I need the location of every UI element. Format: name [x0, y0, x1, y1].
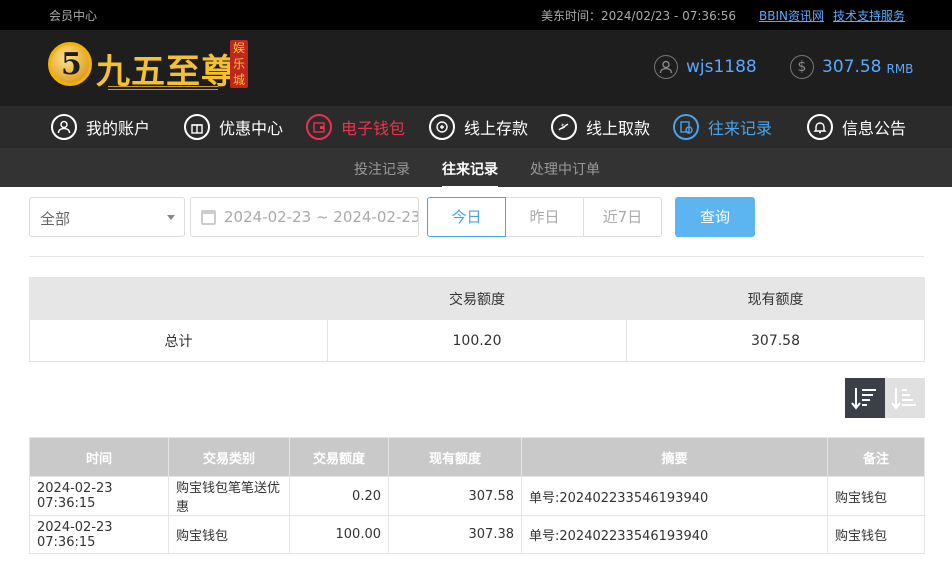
yesterday-button[interactable]: 昨日 — [505, 197, 584, 237]
records-table: 时间 交易类别 交易额度 现有额度 摘要 备注 2024-02-23 07:36… — [29, 437, 925, 554]
bell-icon — [807, 114, 833, 140]
logo-ornament — [108, 86, 218, 90]
cell-balance: 307.38 — [388, 515, 522, 554]
nav-label: 优惠中心 — [219, 119, 284, 138]
header: 5 九五至尊 娱乐城 wjs1188 $ 307.58 RMB — [0, 30, 952, 106]
divider — [29, 256, 924, 257]
table-row: 2024-02-23 07:36:15 购宝钱包笔笔送优惠 0.20 307.5… — [29, 476, 925, 516]
nav-promotions[interactable]: 优惠中心 — [184, 112, 283, 142]
logo-tag: 娱乐城 — [230, 40, 248, 88]
type-select[interactable]: 全部 — [29, 197, 185, 237]
user-icon — [51, 114, 77, 140]
col-remark: 备注 — [827, 437, 925, 477]
deposit-icon — [429, 114, 455, 140]
summary-amount: 100.20 — [327, 319, 627, 362]
username: wjs1188 — [686, 57, 757, 77]
date-range-value: 2024-02-23 ~ 2024-02-23 — [224, 208, 419, 226]
nav-label: 线上存款 — [464, 119, 529, 138]
cell-remark: 购宝钱包 — [827, 476, 925, 516]
nav-e-wallet[interactable]: 电子钱包 — [306, 112, 405, 142]
cell-amount: 100.00 — [289, 515, 389, 554]
col-type: 交易类别 — [168, 437, 290, 477]
summary-row: 总计 100.20 307.58 — [29, 319, 925, 362]
table-row: 2024-02-23 07:36:15 购宝钱包 100.00 307.38 单… — [29, 515, 925, 554]
nav-label: 电子钱包 — [341, 119, 406, 138]
sort-desc-button[interactable] — [845, 378, 885, 418]
nav-label: 线上取款 — [586, 119, 651, 138]
cell-type: 购宝钱包 — [168, 515, 290, 554]
sort-asc-button[interactable] — [885, 378, 925, 418]
nav-transaction-records[interactable]: 往来记录 — [673, 112, 772, 142]
balance-value: 307.58 — [822, 57, 882, 77]
cell-amount: 0.20 — [289, 476, 389, 516]
nav-label: 信息公告 — [842, 119, 907, 138]
member-center-label: 会员中心 — [49, 9, 98, 23]
svg-text:$: $ — [561, 123, 565, 130]
gift-icon — [184, 114, 210, 140]
col-balance: 现有额度 — [388, 437, 522, 477]
dollar-circle-icon: $ — [790, 55, 814, 79]
withdraw-icon: $ — [551, 114, 577, 140]
nav-my-account[interactable]: 我的账户 — [51, 112, 150, 142]
chevron-down-icon — [167, 215, 175, 220]
filter-bar: 全部 2024-02-23 ~ 2024-02-23 今日 昨日 近7日 查询 — [29, 197, 929, 237]
cell-time: 2024-02-23 07:36:15 — [29, 476, 169, 516]
sort-asc-icon — [891, 388, 916, 410]
summary-table: 交易额度 现有额度 总计 100.20 307.58 — [29, 277, 925, 362]
user-account[interactable]: wjs1188 — [654, 55, 757, 79]
main-nav: 我的账户 优惠中心 电子钱包 线上存款 $ 线上取款 往来记录 信息公告 — [0, 106, 952, 148]
col-amount: 交易额度 — [289, 437, 389, 477]
wallet-icon — [306, 114, 332, 140]
cell-time: 2024-02-23 07:36:15 — [29, 515, 169, 554]
currency-unit: RMB — [886, 61, 914, 76]
date-range-input[interactable]: 2024-02-23 ~ 2024-02-23 — [190, 197, 419, 237]
us-east-time: 美东时间：2024/02/23 - 07:36:56 — [541, 9, 737, 23]
quick-date-group: 今日 昨日 近7日 — [427, 197, 662, 237]
top-bar: 会员中心 美东时间：2024/02/23 - 07:36:56 BBIN资讯网 … — [0, 0, 952, 30]
tab-transaction-records[interactable]: 往来记录 — [442, 159, 498, 188]
type-select-value: 全部 — [40, 210, 71, 228]
col-summary: 摘要 — [521, 437, 828, 477]
logo[interactable]: 5 九五至尊 娱乐城 — [48, 40, 248, 96]
summary-balance: 307.58 — [626, 319, 925, 362]
summary-header-blank — [29, 277, 328, 320]
sub-nav: 投注记录 往来记录 处理中订单 — [0, 148, 952, 188]
user-circle-icon — [654, 55, 678, 79]
tab-pending-orders[interactable]: 处理中订单 — [530, 159, 600, 179]
tab-bet-records[interactable]: 投注记录 — [354, 159, 410, 179]
query-button[interactable]: 查询 — [675, 197, 755, 237]
calendar-icon — [201, 210, 216, 225]
records-icon — [673, 114, 699, 140]
nav-label: 往来记录 — [708, 119, 773, 138]
nav-label: 我的账户 — [86, 119, 151, 138]
col-time: 时间 — [29, 437, 169, 477]
sort-desc-icon — [851, 388, 876, 410]
summary-total-label: 总计 — [29, 319, 328, 362]
balance-display: $ 307.58 RMB — [790, 55, 913, 79]
summary-header: 交易额度 现有额度 — [29, 277, 925, 320]
last-7-days-button[interactable]: 近7日 — [583, 197, 662, 237]
summary-col-balance: 现有额度 — [626, 277, 925, 320]
cell-remark: 购宝钱包 — [827, 515, 925, 554]
summary-col-amount: 交易额度 — [327, 277, 627, 320]
cell-summary: 单号:202402233546193940 — [521, 476, 828, 516]
cell-type: 购宝钱包笔笔送优惠 — [168, 476, 290, 516]
bbin-info-link[interactable]: BBIN资讯网 — [759, 7, 824, 24]
cell-balance: 307.58 — [388, 476, 522, 516]
records-header: 时间 交易类别 交易额度 现有额度 摘要 备注 — [29, 437, 925, 477]
today-button[interactable]: 今日 — [427, 197, 506, 237]
nav-announcements[interactable]: 信息公告 — [807, 112, 906, 142]
logo-mark-icon: 5 — [48, 42, 92, 86]
nav-online-withdraw[interactable]: $ 线上取款 — [551, 112, 650, 142]
cell-summary: 单号:202402233546193940 — [521, 515, 828, 554]
tech-support-link[interactable]: 技术支持服务 — [833, 7, 905, 24]
nav-online-deposit[interactable]: 线上存款 — [429, 112, 528, 142]
